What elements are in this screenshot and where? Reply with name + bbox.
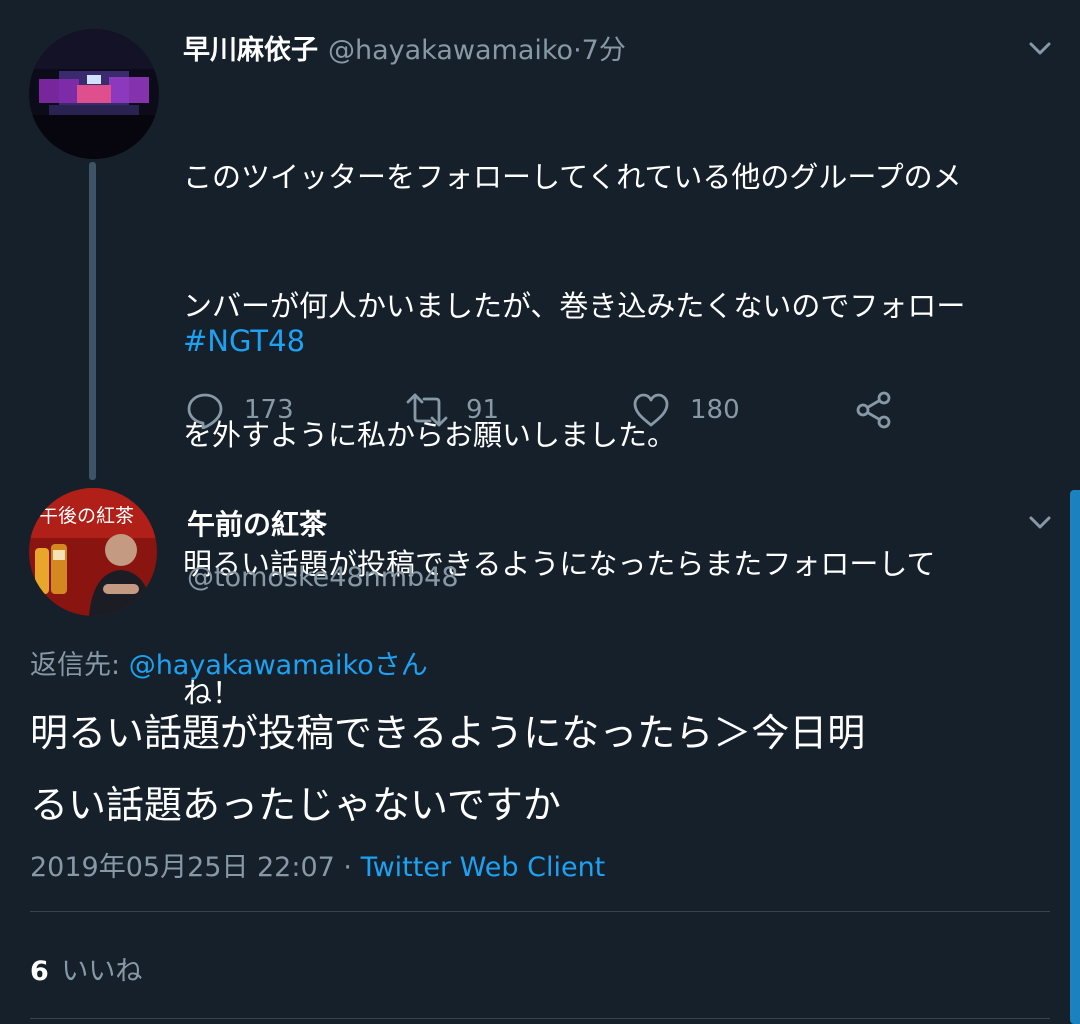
thread-connector-line — [89, 162, 96, 480]
reply-icon — [187, 393, 223, 429]
tweet2-body: 明るい話題が投稿できるようになったら＞今日明 るい話題あったじゃないですか — [30, 697, 1060, 841]
tweet-text-line: を外すように私からお願いしました。 — [183, 418, 677, 452]
heart-icon — [633, 393, 669, 427]
reply-count: 173 — [244, 395, 294, 425]
tweet-text-line: るい話題あったじゃないですか — [30, 783, 561, 827]
tweet-text-line: 明るい話題が投稿できるようになったら＞今日明 — [30, 711, 866, 755]
tweet-text-line: ンバーが何人かいましたが、巻き込みたくないのでフォロー — [183, 289, 966, 323]
like-button[interactable]: 180 — [632, 390, 740, 430]
like-count: 180 — [690, 395, 740, 425]
reply-button[interactable]: 173 — [186, 390, 294, 430]
chevron-down-icon[interactable] — [1028, 36, 1052, 60]
retweet-icon — [406, 393, 448, 427]
divider — [30, 911, 1050, 912]
concert-stage-avatar-icon — [29, 29, 159, 159]
svg-text:午後の紅茶: 午後の紅茶 — [39, 505, 134, 527]
tweet-text-line: このツイッターをフォローしてくれている他のグループのメ — [183, 160, 962, 194]
meta-separator: · — [334, 852, 361, 883]
hashtag-link[interactable]: #NGT48 — [183, 324, 305, 358]
user-handle[interactable]: @hayakawamaiko — [328, 35, 573, 66]
reply-to-prefix: 返信先: — [30, 650, 129, 681]
chevron-down-icon[interactable] — [1028, 510, 1052, 534]
share-icon — [856, 391, 891, 429]
likes-count: 6 — [30, 956, 49, 987]
retweet-count: 91 — [466, 395, 500, 425]
likes-label: いいね — [61, 956, 143, 987]
display-name[interactable]: 午前の紅茶 — [187, 503, 327, 543]
meta-separator: · — [573, 35, 582, 66]
likes-stat[interactable]: 6 いいね — [30, 949, 142, 988]
tweet-time[interactable]: 7分 — [582, 28, 626, 67]
avatar[interactable] — [29, 29, 159, 159]
reply-to-handle[interactable]: @hayakawamaiko — [129, 650, 374, 681]
tea-ad-avatar-icon: 午後の紅茶 — [29, 488, 157, 616]
user-handle[interactable]: @tomoske48nmb48 — [187, 562, 459, 593]
tweet1-header: 早川麻依子 @hayakawamaiko · 7分 — [183, 28, 626, 68]
tweet-meta: 2019年05月25日 22:07 · Twitter Web Client — [30, 845, 605, 884]
divider — [30, 1018, 1050, 1019]
reply-to-suffix[interactable]: さん — [374, 650, 428, 681]
scrollbar[interactable] — [1070, 490, 1080, 1024]
display-name[interactable]: 早川麻依子 — [183, 28, 318, 67]
reply-context: 返信先: @hayakawamaikoさん — [30, 643, 428, 682]
tweet-source-link[interactable]: Twitter Web Client — [361, 852, 606, 883]
avatar[interactable]: 午後の紅茶 — [29, 488, 157, 616]
share-button[interactable] — [854, 390, 894, 430]
retweet-button[interactable]: 91 — [406, 390, 499, 430]
tweet-timestamp[interactable]: 2019年05月25日 22:07 — [30, 852, 335, 883]
